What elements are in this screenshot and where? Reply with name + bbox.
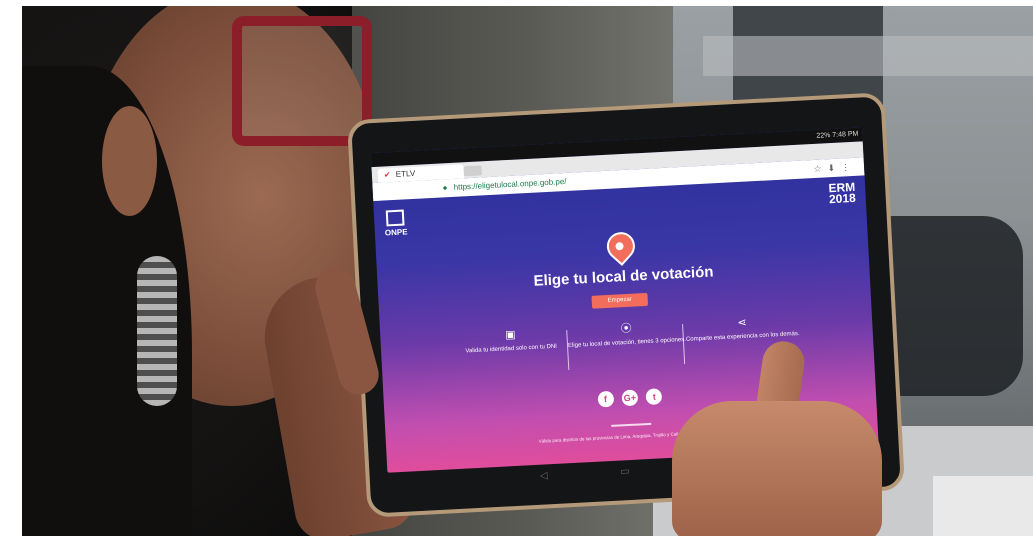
photo-scene: 22% 7:48 PM ✔ ETLV ● https://eligetuloca… bbox=[0, 0, 1033, 536]
home-icon[interactable]: ▭ bbox=[620, 466, 630, 477]
menu-icon[interactable]: ⋮ bbox=[841, 162, 857, 173]
onpe-logo: ONPE bbox=[384, 209, 408, 238]
earring bbox=[137, 256, 177, 406]
location-pin-icon: ⦿ bbox=[620, 322, 633, 336]
star-icon[interactable]: ☆ bbox=[813, 163, 828, 174]
eyeglasses bbox=[232, 16, 372, 146]
right-hand bbox=[672, 401, 882, 536]
background-shelf bbox=[703, 36, 1033, 76]
feature-item: ⦿ Elige tu local de votación, tienes 3 o… bbox=[566, 322, 687, 350]
start-button[interactable]: Empezar bbox=[591, 292, 649, 309]
new-tab-button[interactable] bbox=[463, 165, 483, 177]
ballot-box-icon bbox=[386, 209, 405, 227]
woman-ear bbox=[102, 106, 157, 216]
url-field[interactable]: ● https://eligetulocal.onpe.gob.pe/ bbox=[442, 175, 567, 195]
download-icon[interactable]: ⬇ bbox=[827, 163, 841, 174]
share-icon: ⋖ bbox=[737, 316, 748, 330]
photograph: 22% 7:48 PM ✔ ETLV ● https://eligetuloca… bbox=[22, 6, 1033, 536]
feature-text: Elige tu local de votación, tienes 3 opc… bbox=[567, 336, 687, 350]
status-text: 22% 7:48 PM bbox=[816, 130, 859, 140]
logo-text: ONPE bbox=[384, 227, 408, 238]
id-card-icon: ▣ bbox=[504, 328, 516, 342]
url-text: https://eligetulocal.onpe.gob.pe/ bbox=[453, 176, 567, 192]
stack-of-papers bbox=[933, 476, 1033, 536]
lock-icon: ● bbox=[442, 183, 448, 193]
tab-label: ETLV bbox=[395, 168, 416, 179]
feature-item: ▣ Valida tu identidad solo con tu DNI bbox=[450, 328, 571, 356]
onpe-flag-icon: ✔ bbox=[383, 170, 391, 180]
erm-logo: ERM 2018 bbox=[828, 180, 857, 207]
facebook-icon[interactable]: f bbox=[597, 390, 614, 408]
twitter-icon[interactable]: t bbox=[645, 388, 663, 406]
erm-line2: 2018 bbox=[828, 190, 857, 207]
location-pin-icon bbox=[601, 226, 641, 266]
feature-item: ⋖ Comparte esta experiencia con los demá… bbox=[682, 316, 803, 344]
feature-text: Valida tu identidad solo con tu DNI bbox=[465, 343, 558, 355]
divider bbox=[611, 422, 652, 427]
google-plus-icon[interactable]: G+ bbox=[621, 389, 639, 407]
back-icon[interactable]: ◁ bbox=[540, 470, 548, 481]
browser-actions: ☆⬇⋮ bbox=[813, 160, 856, 176]
